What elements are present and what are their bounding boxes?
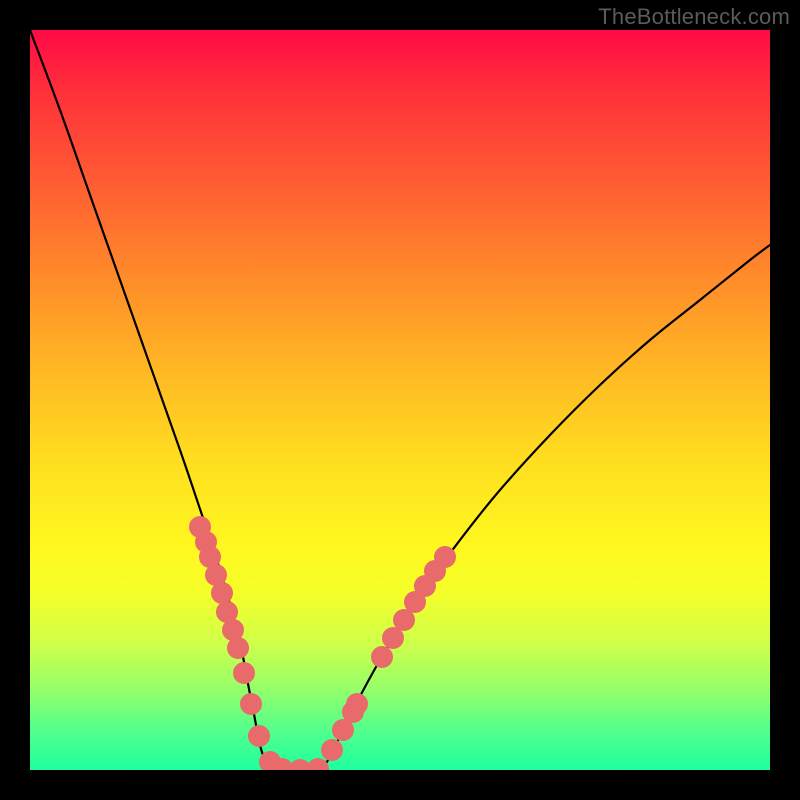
highlight-dot <box>346 693 368 715</box>
highlight-dot <box>240 693 262 715</box>
watermark-text: TheBottleneck.com <box>598 4 790 30</box>
highlight-dot <box>227 637 249 659</box>
highlight-dot <box>434 546 456 568</box>
curve-layer <box>30 30 770 770</box>
highlight-dot <box>321 739 343 761</box>
chart-frame: TheBottleneck.com <box>0 0 800 800</box>
highlight-dot <box>248 725 270 747</box>
plot-area <box>30 30 770 770</box>
highlight-dot <box>211 582 233 604</box>
highlight-dot <box>233 662 255 684</box>
highlight-dots <box>189 516 456 770</box>
highlight-dot <box>307 758 329 770</box>
highlight-dot <box>371 646 393 668</box>
bottleneck-curve <box>30 30 770 770</box>
